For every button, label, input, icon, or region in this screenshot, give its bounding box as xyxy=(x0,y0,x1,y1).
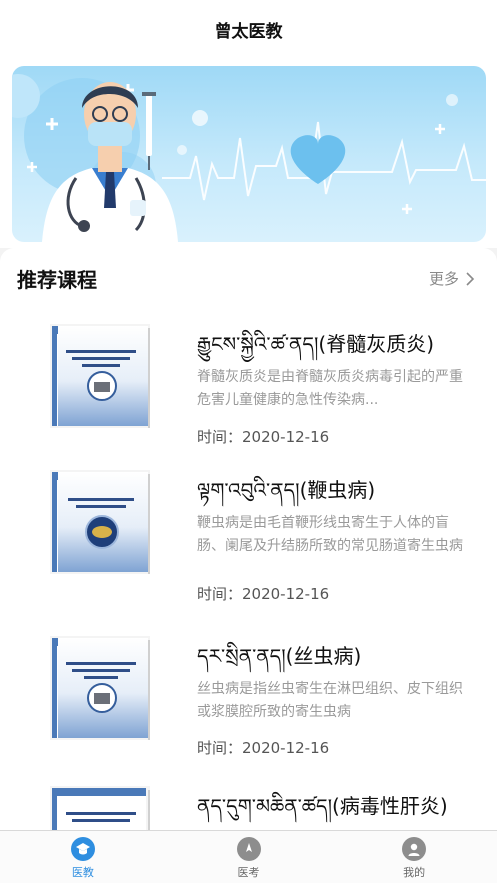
more-label: 更多 xyxy=(428,270,459,288)
user-icon xyxy=(402,837,427,861)
course-description: 鞭虫病是由毛首鞭形线虫寄生于人体的盲肠、阑尾及升结肠所致的常见肠道寄生虫病 xyxy=(197,515,463,554)
course-item[interactable]: ནད་དུག་མཆིན་ཚད།(病毒性肝炎) xyxy=(0,768,497,830)
course-item[interactable]: དར་སྲིན་ནད།(丝虫病) 丝虫病是指丝虫寄生在淋巴组织、皮下组织或浆膜腔… xyxy=(0,618,497,768)
more-button[interactable]: 更多 xyxy=(429,268,475,289)
tab-wode[interactable]: 我的 xyxy=(331,831,497,883)
course-item[interactable]: རྒྱུངས་སྐྱིའི་ཚ་ནད།(脊髓灰质炎) 脊髓灰质炎是由脊髓灰质炎病… xyxy=(0,306,497,456)
app-header: 曾太医教 xyxy=(0,0,497,58)
course-description: 丝虫病是指丝虫寄生在淋巴组织、皮下组织或浆膜腔所致的寄生虫病 xyxy=(197,681,463,720)
course-cover-image xyxy=(50,636,150,740)
tab-label: 我的 xyxy=(403,866,426,879)
doctor-illustration xyxy=(12,74,486,242)
page-title: 曾太医教 xyxy=(214,21,283,42)
course-title: ནད་དུག་མཆིན་ཚད།(病毒性肝炎) xyxy=(197,794,448,818)
course-date: 时间：2020-12-16 xyxy=(197,428,330,446)
tab-label: 医教 xyxy=(71,866,94,879)
graduation-cap-icon xyxy=(70,837,95,861)
course-date: 时间：2020-12-16 xyxy=(197,739,330,757)
course-date: 时间：2020-12-16 xyxy=(197,585,330,603)
course-section: 推荐课程 更多 རྒྱུངས་སྐྱིའི་ཚ་ནད།(脊髓灰质炎) 脊髓灰质炎… xyxy=(0,248,497,830)
tab-yikao[interactable]: 医考 xyxy=(166,831,332,883)
course-item[interactable]: ལྟག་འབུའི་ནད།(鞭虫病) 鞭虫病是由毛首鞭形线虫寄生于人体的盲肠、阑… xyxy=(0,452,497,612)
course-cover-image xyxy=(50,324,150,428)
section-title: 推荐课程 xyxy=(17,268,97,292)
course-description: 脊髓灰质炎是由脊髓灰质炎病毒引起的严重危害儿童健康的急性传染病... xyxy=(197,369,463,408)
banner-area xyxy=(0,58,497,248)
compass-icon xyxy=(236,837,261,861)
course-cover-image xyxy=(50,786,150,830)
bottom-tab-bar: 医教 医考 我的 xyxy=(0,830,497,883)
banner-carousel[interactable] xyxy=(12,66,486,242)
tab-yijiao[interactable]: 医教 xyxy=(0,831,166,883)
chevron-right-icon xyxy=(466,271,475,286)
section-header: 推荐课程 更多 xyxy=(0,248,497,306)
course-cover-image xyxy=(50,470,150,574)
tab-label: 医考 xyxy=(237,866,260,879)
